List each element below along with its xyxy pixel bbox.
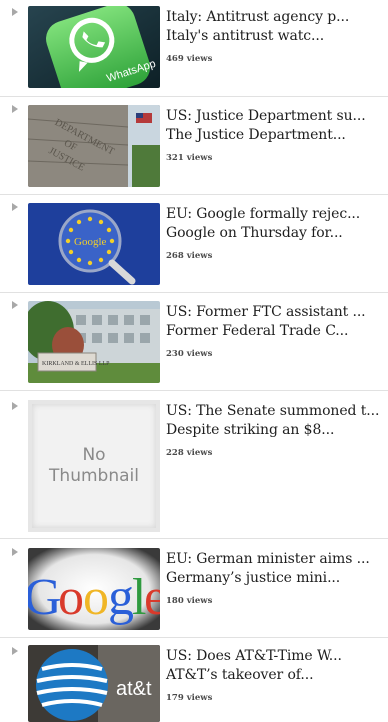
view-count: 228 views xyxy=(166,448,213,458)
view-count: 180 views xyxy=(166,596,213,606)
svg-text:G: G xyxy=(28,569,62,626)
article-title[interactable]: EU: German minister aims ... xyxy=(166,551,370,567)
article-text: Italy: Antitrust agency p... Italy's ant… xyxy=(166,8,386,64)
article-snippet: Former Federal Trade C... xyxy=(166,323,349,339)
whatsapp-thumbnail-graphic: WhatsApp xyxy=(28,6,160,88)
article-title-line[interactable]: US: The Senate summoned t... Despite str… xyxy=(166,402,386,440)
separator xyxy=(0,390,388,391)
article-title[interactable]: EU: Google formally rejec... xyxy=(166,206,360,222)
separator xyxy=(0,292,388,293)
article-text: EU: German minister aims ... Germany’s j… xyxy=(166,550,386,606)
no-thumbnail-label: No Thumbnail xyxy=(49,445,139,486)
list-item[interactable]: DEPARTMENT OF JUSTICE US: Justice Depart… xyxy=(0,101,388,189)
kirkland-ellis-building-image[interactable]: KIRKLAND & ELLIS LLP xyxy=(28,301,160,383)
article-title[interactable]: US: Does AT&T-Time W... xyxy=(166,648,342,664)
expand-arrow-icon[interactable] xyxy=(12,105,18,113)
svg-text:KIRKLAND & ELLIS LLP: KIRKLAND & ELLIS LLP xyxy=(42,361,110,367)
view-count: 230 views xyxy=(166,349,213,359)
article-snippet: The Justice Department... xyxy=(166,127,346,143)
article-snippet: AT&T’s takeover of... xyxy=(166,667,314,683)
article-title[interactable]: US: Former FTC assistant ... xyxy=(166,304,366,320)
list-item[interactable]: KIRKLAND & ELLIS LLP US: Former FTC assi… xyxy=(0,297,388,385)
department-of-justice-building-image[interactable]: DEPARTMENT OF JUSTICE xyxy=(28,105,160,187)
expand-arrow-icon[interactable] xyxy=(12,203,18,211)
article-text: US: Former FTC assistant ... Former Fede… xyxy=(166,303,386,359)
article-title-line[interactable]: US: Former FTC assistant ... Former Fede… xyxy=(166,303,386,341)
att-logo-image[interactable]: at&t xyxy=(28,645,160,722)
expand-arrow-icon[interactable] xyxy=(12,8,18,16)
article-snippet: Italy's antitrust watc... xyxy=(166,28,325,44)
article-snippet: Google on Thursday for... xyxy=(166,225,343,241)
separator xyxy=(0,538,388,539)
separator xyxy=(0,96,388,97)
svg-text:e: e xyxy=(144,569,160,626)
article-title-line[interactable]: US: Does AT&T-Time W... AT&T’s takeover … xyxy=(166,647,386,685)
article-snippet: Despite striking an $8... xyxy=(166,422,335,438)
google-eu-thumbnail-graphic: Google xyxy=(28,203,160,285)
kirkland-thumbnail-graphic: KIRKLAND & ELLIS LLP xyxy=(28,301,160,383)
separator xyxy=(0,194,388,195)
article-title-line[interactable]: Italy: Antitrust agency p... Italy's ant… xyxy=(166,8,386,46)
separator xyxy=(0,637,388,638)
no-thumbnail-placeholder[interactable]: No Thumbnail xyxy=(28,400,160,532)
article-title[interactable]: US: Justice Department su... xyxy=(166,108,366,124)
article-text: US: Justice Department su... The Justice… xyxy=(166,107,386,163)
article-title-line[interactable]: US: Justice Department su... The Justice… xyxy=(166,107,386,145)
att-thumbnail-graphic: at&t xyxy=(28,645,160,722)
article-text: US: The Senate summoned t... Despite str… xyxy=(166,402,386,458)
article-title[interactable]: US: The Senate summoned t... xyxy=(166,403,379,419)
svg-text:g: g xyxy=(108,569,134,626)
article-title-line[interactable]: EU: Google formally rejec... Google on T… xyxy=(166,205,386,243)
svg-text:Google: Google xyxy=(74,236,107,248)
expand-arrow-icon[interactable] xyxy=(12,548,18,556)
list-item[interactable]: at&t US: Does AT&T-Time W... AT&T’s take… xyxy=(0,643,388,722)
article-title[interactable]: Italy: Antitrust agency p... xyxy=(166,9,349,25)
list-item[interactable]: G o o g l e EU: German minister aims ...… xyxy=(0,544,388,632)
view-count: 321 views xyxy=(166,153,213,163)
svg-text:o: o xyxy=(58,569,84,626)
view-count: 268 views xyxy=(166,251,213,261)
expand-arrow-icon[interactable] xyxy=(12,402,18,410)
justice-department-thumbnail-graphic: DEPARTMENT OF JUSTICE xyxy=(28,105,160,187)
google-logo-image[interactable]: G o o g l e xyxy=(28,548,160,630)
view-count: 469 views xyxy=(166,54,213,64)
article-snippet: Germany’s justice mini... xyxy=(166,570,341,586)
article-text: US: Does AT&T-Time W... AT&T’s takeover … xyxy=(166,647,386,703)
list-item[interactable]: No Thumbnail US: The Senate summoned t..… xyxy=(0,398,388,538)
google-eu-magnifier-image[interactable]: Google xyxy=(28,203,160,285)
list-item[interactable]: WhatsApp Italy: Antitrust agency p... It… xyxy=(0,4,388,92)
whatsapp-logo-image[interactable]: WhatsApp xyxy=(28,6,160,88)
list-item[interactable]: Google EU: Google formally rejec... Goog… xyxy=(0,199,388,287)
expand-arrow-icon[interactable] xyxy=(12,301,18,309)
expand-arrow-icon[interactable] xyxy=(12,647,18,655)
svg-text:o: o xyxy=(83,569,109,626)
svg-text:at&t: at&t xyxy=(116,678,152,700)
view-count: 179 views xyxy=(166,693,213,703)
article-text: EU: Google formally rejec... Google on T… xyxy=(166,205,386,261)
google-logo-thumbnail-graphic: G o o g l e xyxy=(28,548,160,630)
article-title-line[interactable]: EU: German minister aims ... Germany’s j… xyxy=(166,550,386,588)
